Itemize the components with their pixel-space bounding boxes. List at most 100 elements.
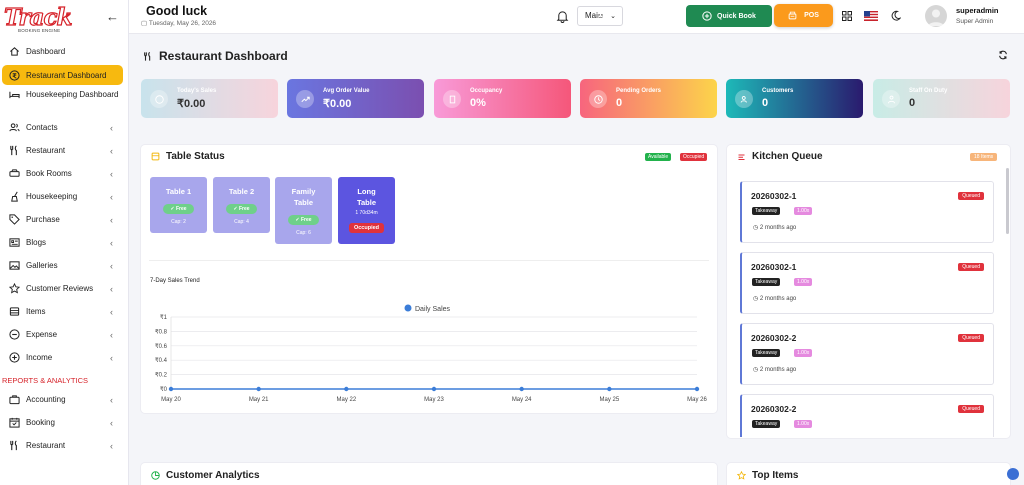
logo-subtitle: BOOKING ENGINE xyxy=(18,28,61,33)
sidebar-item-label: Booking xyxy=(26,418,55,427)
sidebar-item-label: Housekeeping Dashboard xyxy=(26,90,119,99)
kitchen-queue-scrollbar[interactable] xyxy=(1006,168,1009,234)
sidebar-collapse-button[interactable]: ← xyxy=(106,9,119,24)
sidebar-item-label: Housekeeping xyxy=(26,192,78,201)
grid-icon[interactable] xyxy=(842,11,852,21)
us-flag-icon[interactable] xyxy=(864,11,878,21)
stat-card-occupancy: Occupancy 0% xyxy=(434,79,571,118)
order-time: ◷ 2 months ago xyxy=(753,224,796,231)
sidebar-item-label: Restaurant xyxy=(26,441,66,450)
stat-value: ₹0.00 xyxy=(177,98,206,110)
kitchen-order-card[interactable]: 20260302-2 Queued Takeaway 1.00x ◷ 2 mon… xyxy=(740,323,994,385)
table-card-table-1[interactable]: Table 1 ✓ Free Cap: 2 xyxy=(150,177,207,233)
pos-label: POS xyxy=(804,12,819,19)
fire-icon xyxy=(738,154,745,161)
y-tick-label: ₹0.6 xyxy=(155,343,168,350)
sidebar-item-items[interactable]: Items ‹ xyxy=(0,300,129,323)
table-occupied-time: 1 70d34m xyxy=(355,210,378,216)
language-select[interactable]: Maiೞ ⌄ xyxy=(577,6,623,26)
bed-icon xyxy=(9,89,20,100)
kitchen-order-card[interactable]: 20260302-2 Queued Takeaway 1.00x xyxy=(740,394,994,437)
sidebar-item-expense[interactable]: Expense ‹ xyxy=(0,323,129,346)
order-time-text: 2 months ago xyxy=(759,296,797,302)
table-card-family-table[interactable]: Family Table ✓ Free Cap: 6 xyxy=(275,177,332,244)
table-card-long-table[interactable]: Long Table 1 70d34m Occupied xyxy=(338,177,395,244)
x-tick-label: May 22 xyxy=(336,397,356,403)
kitchen-queue-title: Kitchen Queue xyxy=(737,151,823,162)
kitchen-order-card[interactable]: 20260302-1 Queued Takeaway 1.00x ◷ 2 mon… xyxy=(740,181,994,243)
sidebar-item-income[interactable]: Income ‹ xyxy=(0,346,129,369)
available-legend-badge: Available xyxy=(645,153,672,161)
sidebar-item-galleries[interactable]: Galleries ‹ xyxy=(0,254,129,277)
quick-book-button[interactable]: Quick Book xyxy=(686,5,772,27)
chevron-left-icon: ‹ xyxy=(110,330,113,340)
sidebar-nav: Dashboard Restaurant Dashboard Housekeep… xyxy=(0,40,129,457)
avatar[interactable] xyxy=(925,5,947,27)
sidebar-item-blogs[interactable]: Blogs ‹ xyxy=(0,231,129,254)
sidebar-item-label: Contacts xyxy=(26,123,58,132)
sales-trend-title: 7-Day Sales Trend xyxy=(150,278,200,284)
sidebar-item-housekeeping-dashboard[interactable]: Housekeeping Dashboard xyxy=(0,86,129,116)
bell-icon[interactable] xyxy=(556,10,569,23)
chevron-left-icon: ‹ xyxy=(110,192,113,202)
stat-card-avg-order-value: Avg Order Value ₹0.00 xyxy=(287,79,424,118)
stat-label: Today's Sales xyxy=(177,88,217,94)
refresh-button[interactable] xyxy=(998,50,1008,63)
moon-icon[interactable] xyxy=(890,10,901,21)
rupee-icon xyxy=(9,69,20,81)
stat-value: ₹0.00 xyxy=(323,98,352,110)
sidebar-item-label: Accounting xyxy=(26,395,66,404)
chat-widget-icon[interactable] xyxy=(1007,468,1019,480)
stat-card-customers: Customers 0 xyxy=(726,79,863,118)
sidebar-item-customer-reviews[interactable]: Customer Reviews ‹ xyxy=(0,277,129,300)
data-point xyxy=(519,386,524,392)
sidebar-item-restaurant[interactable]: Restaurant ‹ xyxy=(0,139,129,162)
data-point xyxy=(344,386,349,392)
user-name[interactable]: superadmin xyxy=(956,6,999,15)
table-free-badge: ✓ Free xyxy=(288,215,319,225)
chevron-left-icon: ‹ xyxy=(110,146,113,156)
sidebar-item-label: Items xyxy=(26,307,46,316)
quick-book-label: Quick Book xyxy=(717,12,756,20)
sidebar-item-contacts[interactable]: Contacts ‹ xyxy=(0,116,129,139)
table-name: Long Table xyxy=(356,187,377,207)
table-card-table-2[interactable]: Table 2 ✓ Free Cap: 4 xyxy=(213,177,270,233)
sidebar-item-booking[interactable]: Booking ‹ xyxy=(0,411,129,434)
table-name: Family Table xyxy=(291,187,316,207)
star-icon xyxy=(9,283,20,294)
pos-button[interactable]: POS xyxy=(774,4,833,27)
sidebar-item-restaurant-report[interactable]: Restaurant ‹ xyxy=(0,434,129,457)
sidebar-item-restaurant-dashboard[interactable]: Restaurant Dashboard xyxy=(2,65,123,85)
order-time-text: 2 months ago xyxy=(759,225,797,231)
stat-value: 0 xyxy=(762,97,769,109)
sidebar-item-label: Restaurant Dashboard xyxy=(26,70,107,80)
stat-label: Staff On Duty xyxy=(909,88,948,94)
top-items-title: Top Items xyxy=(737,470,798,481)
x-tick-label: May 25 xyxy=(599,397,619,403)
sidebar-item-purchase[interactable]: Purchase ‹ xyxy=(0,208,129,231)
image-icon xyxy=(9,260,20,271)
register-icon xyxy=(788,11,797,20)
logo-text: Track xyxy=(3,4,73,31)
sidebar-item-dashboard[interactable]: Dashboard xyxy=(0,40,129,63)
door-icon xyxy=(443,90,461,108)
table-free-badge: ✓ Free xyxy=(226,204,257,214)
kitchen-order-card[interactable]: 20260302-1 Queued Takeaway 1.00x ◷ 2 mon… xyxy=(740,252,994,314)
utensils-icon xyxy=(9,145,20,156)
stat-value: 0% xyxy=(470,97,486,109)
sidebar-item-housekeeping[interactable]: Housekeeping ‹ xyxy=(0,185,129,208)
x-tick-label: May 20 xyxy=(161,397,181,403)
rupee-icon xyxy=(150,90,168,108)
brand-logo[interactable]: Track BOOKING ENGINE xyxy=(3,4,84,34)
sidebar-item-book-rooms[interactable]: Book Rooms ‹ xyxy=(0,162,129,185)
customer-analytics-title: Customer Analytics xyxy=(151,470,260,481)
table-icon xyxy=(151,152,160,161)
sidebar-item-accounting[interactable]: Accounting ‹ xyxy=(0,388,129,411)
stat-value: 0 xyxy=(616,97,623,109)
data-point xyxy=(168,386,174,392)
sidebar-item-label: Restaurant xyxy=(26,146,66,155)
chevron-left-icon: ‹ xyxy=(110,261,113,271)
sidebar-item-label: Purchase xyxy=(26,215,60,224)
sidebar-item-label: Dashboard xyxy=(26,47,66,56)
clock-icon: ◷ xyxy=(753,296,760,302)
